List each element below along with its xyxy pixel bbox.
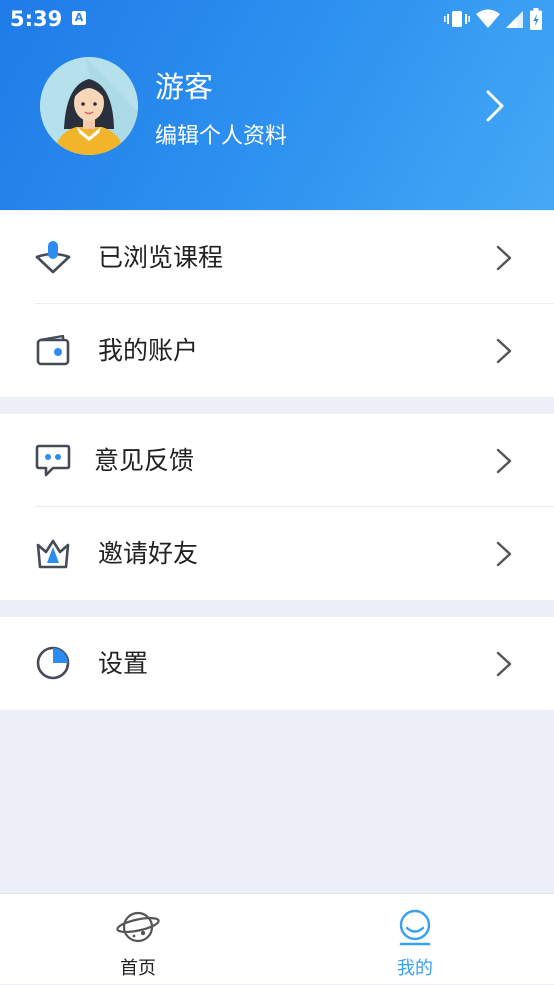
avatar-image — [40, 57, 138, 155]
tab-label: 首页 — [120, 958, 156, 979]
menu-item-my-account[interactable]: 我的账户 — [0, 304, 554, 397]
menu-item-browsed-courses[interactable]: 已浏览课程 — [0, 211, 554, 304]
status-bar: 5:39 A — [0, 0, 554, 38]
menu-group-2: 意见反馈 邀请好友 — [0, 414, 554, 600]
settings-pie-icon — [36, 646, 70, 680]
tab-label: 我的 — [397, 958, 433, 979]
menu-item-label: 我的账户 — [98, 336, 199, 365]
menu-item-invite-friends[interactable]: 邀请好友 — [0, 507, 554, 600]
wifi-icon — [476, 9, 500, 28]
avatar[interactable] — [40, 57, 138, 155]
menu-item-settings[interactable]: 设置 — [0, 617, 554, 710]
menu-group-3: 设置 — [0, 617, 554, 710]
notification-icon: A — [72, 11, 86, 25]
profile-header: 5:39 A 游客 编辑个人资料 — [0, 0, 554, 210]
status-icons — [444, 8, 542, 30]
menu-item-label: 已浏览课程 — [98, 243, 224, 272]
wallet-icon — [36, 334, 70, 366]
chevron-right-icon[interactable] — [483, 88, 507, 124]
chevron-right-icon — [496, 338, 512, 364]
signal-icon — [506, 11, 523, 28]
edit-profile-link[interactable]: 编辑个人资料 — [155, 118, 287, 150]
feedback-chat-icon — [35, 444, 71, 477]
menu-item-label: 设置 — [98, 649, 149, 678]
crown-icon — [36, 539, 70, 569]
menu-item-feedback[interactable]: 意见反馈 — [0, 414, 554, 507]
tab-home[interactable]: 首页 — [68, 894, 208, 985]
chevron-right-icon — [496, 541, 512, 567]
chevron-right-icon — [496, 245, 512, 271]
bottom-tab-bar: 首页 我的 — [0, 893, 554, 984]
vibrate-icon — [444, 11, 470, 27]
user-name: 游客 — [155, 70, 214, 104]
chevron-right-icon — [496, 651, 512, 677]
status-time: 5:39 — [10, 7, 63, 31]
battery-icon — [530, 8, 542, 30]
tab-mine[interactable]: 我的 — [345, 894, 485, 985]
chevron-right-icon — [496, 448, 512, 474]
menu-item-label: 意见反馈 — [94, 446, 195, 475]
smile-profile-icon — [399, 909, 431, 946]
menu-item-label: 邀请好友 — [98, 539, 199, 568]
browsed-courses-icon — [35, 241, 71, 274]
menu-group-1: 已浏览课程 我的账户 — [0, 211, 554, 397]
planet-home-icon — [116, 911, 160, 943]
